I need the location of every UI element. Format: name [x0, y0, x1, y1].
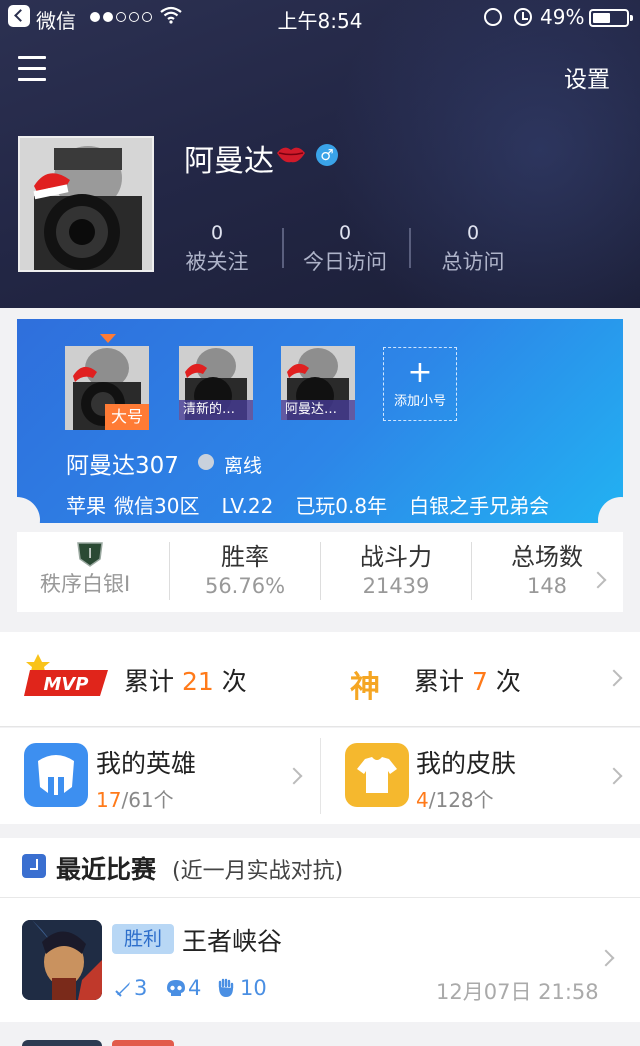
- stat-followers[interactable]: 0 被关注: [162, 222, 272, 276]
- match-kills: 3: [134, 976, 148, 1000]
- menu-icon[interactable]: [18, 56, 46, 82]
- settings-button[interactable]: 设置: [564, 60, 610, 94]
- offline-status-dot: [198, 454, 214, 470]
- username: 阿曼达: [184, 144, 274, 179]
- battery-percent: 49%: [540, 5, 585, 29]
- account-server: 微信30区: [114, 494, 200, 518]
- account-guild: 白银之手兄弟会: [409, 494, 550, 518]
- online-status: 离线: [224, 455, 263, 477]
- recent-matches-subtitle: (近一月实战对抗): [172, 859, 344, 884]
- stat-divider: [282, 228, 284, 268]
- account-thumb-2[interactable]: 阿曼达…: [281, 346, 355, 420]
- status-bar: 微信 上午8:54 49%: [0, 0, 640, 36]
- account-thumb-1[interactable]: 清新的…: [179, 346, 253, 420]
- mvp-prefix: 累计: [124, 667, 175, 696]
- sword-icon: [115, 982, 130, 997]
- lips-icon: [277, 147, 305, 163]
- stat-winrate-title: 胜率: [221, 543, 269, 571]
- my-skins-title[interactable]: 我的皮肤: [416, 744, 516, 780]
- account-1-caption: 清新的…: [179, 400, 253, 420]
- heroes-total: /61个: [121, 788, 174, 812]
- stat-power-title: 战斗力: [360, 543, 432, 571]
- hand-icon: [218, 978, 234, 997]
- hero-helmet-icon[interactable]: [24, 743, 88, 807]
- next-match-avatar-peek: [22, 1040, 102, 1046]
- account-name: 阿曼达307: [66, 453, 179, 479]
- rank-badge-icon: I: [77, 542, 103, 567]
- god-prefix: 累计: [414, 667, 465, 696]
- my-heroes-title[interactable]: 我的英雄: [96, 744, 196, 780]
- next-match-badge-peek: [112, 1040, 174, 1046]
- hero-avatar: [22, 920, 102, 1000]
- avatar-photo: [20, 138, 152, 270]
- match-map-name: 王者峡谷: [182, 927, 283, 956]
- mvp-badge-icon: MVP: [24, 654, 108, 696]
- god-suffix: 次: [495, 667, 521, 696]
- match-time: 12月07日 21:58: [436, 980, 599, 1004]
- stat-total-visits-value: 0: [466, 222, 480, 244]
- account-played: 已玩0.8年: [295, 494, 388, 518]
- main-account-tag: 大号: [105, 404, 150, 430]
- heroes-owned: 17: [96, 788, 122, 812]
- stat-today-visits[interactable]: 0 今日访问: [290, 222, 400, 276]
- stat-total-visits[interactable]: 0 总访问: [418, 222, 528, 276]
- helmet-glyph: [38, 755, 74, 795]
- rotation-lock-icon: [484, 8, 502, 26]
- recent-matches-title: 最近比赛: [56, 855, 157, 884]
- stat-power-value: 21439: [362, 574, 430, 598]
- stat-today-visits-value: 0: [338, 222, 352, 244]
- rank-label: 秩序白银I: [40, 572, 131, 596]
- my-heroes-count: 17/61个: [96, 784, 174, 813]
- stat-today-visits-label: 今日访问: [303, 250, 387, 274]
- stat-total-games: 总场数 148: [472, 532, 622, 612]
- skins-total: /128个: [428, 788, 494, 812]
- mvp-suffix: 次: [221, 667, 247, 696]
- match-assists: 10: [240, 976, 267, 1000]
- stat-followers-label: 被关注: [185, 250, 249, 274]
- legendary-badge-icon: 神: [350, 670, 380, 705]
- row-divider: [0, 726, 640, 727]
- match-result-badge: 胜利: [112, 924, 174, 954]
- account-platform: 苹果: [66, 494, 106, 518]
- stat-winrate-value: 56.76%: [204, 574, 286, 598]
- stat-power: 战斗力 21439: [321, 532, 471, 612]
- battery-icon: [589, 9, 633, 27]
- match-deaths: 4: [188, 976, 202, 1000]
- column-divider: [320, 738, 321, 814]
- mvp-count-text: 累计 21 次: [124, 662, 247, 698]
- profile-avatar[interactable]: [18, 136, 154, 272]
- god-count: 7: [471, 667, 488, 696]
- clock-icon: [22, 854, 46, 878]
- rank-badge-numeral: I: [88, 547, 92, 562]
- mvp-badge-label: MVP: [43, 674, 88, 695]
- alarm-icon: [514, 8, 532, 26]
- account-level: LV.22: [221, 494, 274, 518]
- skin-shirt-icon[interactable]: [345, 743, 409, 807]
- account-2-caption: 阿曼达…: [281, 400, 355, 420]
- male-icon: ♂: [316, 144, 338, 166]
- stat-total-games-title: 总场数: [511, 543, 583, 571]
- mvp-count: 21: [181, 667, 214, 696]
- selected-account-indicator: [100, 334, 116, 343]
- legendary-count-text: 累计 7 次: [414, 662, 521, 698]
- stat-winrate: 胜率 56.76%: [170, 532, 320, 612]
- my-skins-count: 4/128个: [416, 784, 494, 813]
- skull-icon: [167, 980, 185, 996]
- account-info: 苹果 微信30区 LV.22 已玩0.8年 白银之手兄弟会: [66, 490, 571, 519]
- plus-icon: +: [407, 355, 433, 390]
- add-account-button[interactable]: + 添加小号: [383, 347, 457, 421]
- add-account-label: 添加小号: [393, 394, 446, 409]
- stat-divider: [409, 228, 411, 268]
- skins-owned: 4: [416, 788, 429, 812]
- stat-total-visits-label: 总访问: [441, 250, 505, 274]
- stat-followers-value: 0: [210, 222, 224, 244]
- hero-portrait: [22, 920, 102, 1000]
- shirt-glyph: [357, 757, 397, 793]
